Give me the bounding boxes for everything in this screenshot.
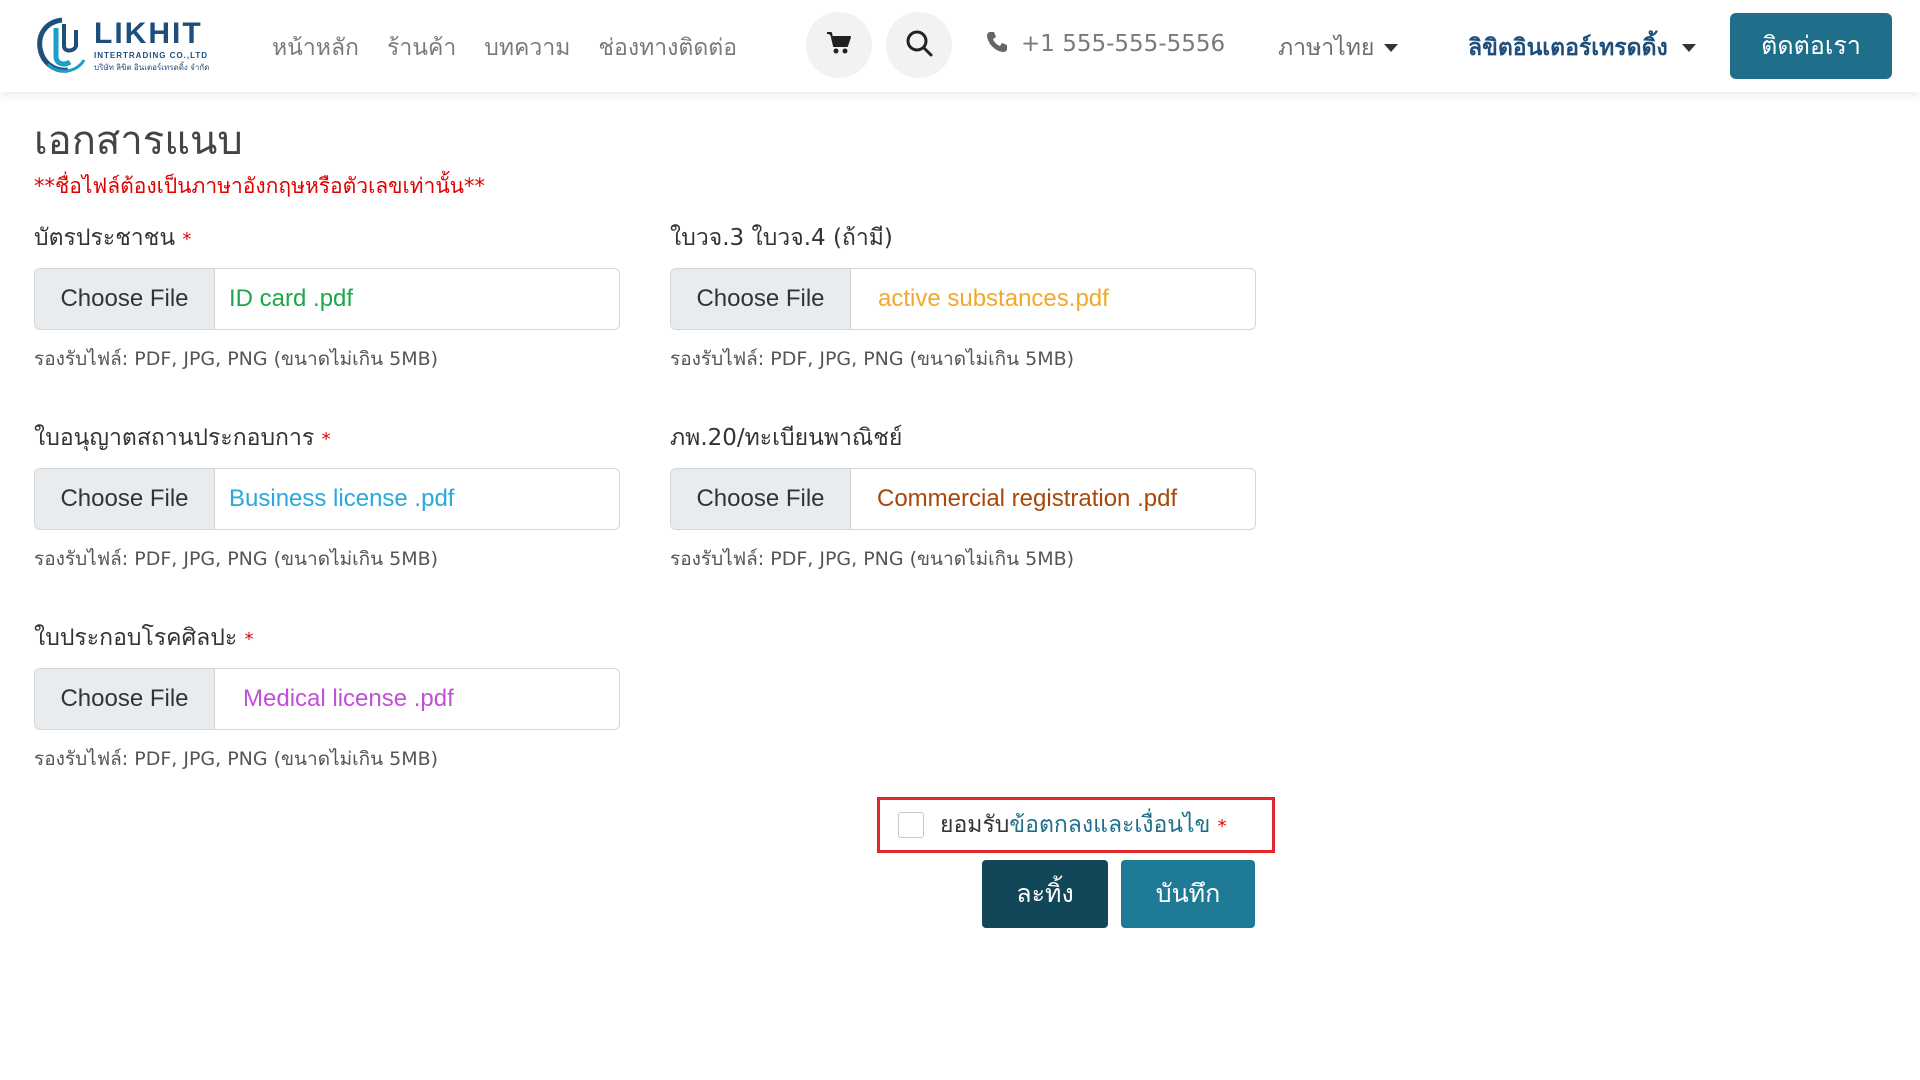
selected-file-name: active substances.pdf xyxy=(878,285,1109,312)
choose-file-button[interactable]: Choose File xyxy=(671,469,851,529)
cancel-button[interactable]: ละทิ้ง xyxy=(982,860,1108,928)
phone-contact[interactable]: +1 555-555-5556 xyxy=(985,30,1225,58)
required-mark: * xyxy=(321,429,331,450)
field-label: ภพ.20/ทะเบียนพาณิชย์ xyxy=(670,425,903,451)
logo-mark-icon xyxy=(34,16,92,76)
file-input[interactable]: Choose File Business license .pdf xyxy=(34,468,620,530)
file-hint: รองรับไฟล์: PDF, JPG, PNG (ขนาดไม่เกิน 5… xyxy=(34,548,439,570)
file-hint: รองรับไฟล์: PDF, JPG, PNG (ขนาดไม่เกิน 5… xyxy=(670,548,1075,570)
phone-number: +1 555-555-5556 xyxy=(1021,31,1226,57)
nav-articles[interactable]: บทความ xyxy=(484,30,570,66)
cart-button[interactable] xyxy=(806,12,872,78)
language-label: ภาษาไทย xyxy=(1278,35,1375,61)
page-title: เอกสารแนบ xyxy=(34,118,243,164)
filename-warning: **ชื่อไฟล์ต้องเป็นภาษาอังกฤษหรือตัวเลขเท… xyxy=(34,174,486,198)
contact-us-button[interactable]: ติดต่อเรา xyxy=(1730,13,1892,79)
upload-field-commercial-registration: ภพ.20/ทะเบียนพาณิชย์ Choose File Commerc… xyxy=(670,420,1256,574)
upload-field-id-card: บัตรประชาชน * Choose File ID card .pdf ร… xyxy=(34,220,620,374)
file-hint: รองรับไฟล์: PDF, JPG, PNG (ขนาดไม่เกิน 5… xyxy=(670,348,1075,370)
field-label: บัตรประชาชน xyxy=(34,225,176,251)
file-hint: รองรับไฟล์: PDF, JPG, PNG (ขนาดไม่เกิน 5… xyxy=(34,348,439,370)
terms-checkbox[interactable] xyxy=(898,812,924,838)
choose-file-button[interactable]: Choose File xyxy=(671,269,851,329)
nav-contact-channels[interactable]: ช่องทางติดต่อ xyxy=(598,30,737,66)
account-dropdown[interactable]: ลิขิตอินเตอร์เทรดดิ้ง xyxy=(1468,30,1696,66)
logo-subtitle-thai: บริษัท ลิขิต อินเตอร์เทรดดิ้ง จำกัด xyxy=(94,62,210,72)
file-input[interactable]: Choose File ID card .pdf xyxy=(34,268,620,330)
language-dropdown[interactable]: ภาษาไทย xyxy=(1278,30,1399,66)
nav-shop[interactable]: ร้านค้า xyxy=(387,30,456,66)
terms-prefix: ยอมรับ xyxy=(940,812,1010,838)
required-mark: * xyxy=(244,629,254,650)
selected-file-name: ID card .pdf xyxy=(229,285,354,312)
file-input[interactable]: Choose File active substances.pdf xyxy=(670,268,1256,330)
field-label: ใบวจ.3 ใบวจ.4 (ถ้ามี) xyxy=(670,225,893,251)
selected-file-name: Commercial registration .pdf xyxy=(877,485,1178,512)
choose-file-button[interactable]: Choose File xyxy=(35,669,215,729)
likhit-logo[interactable]: LIKHIT INTERTRADING CO.,LTD บริษัท ลิขิต… xyxy=(34,14,219,78)
main-nav: หน้าหลัก ร้านค้า บทความ ช่องทางติดต่อ xyxy=(272,30,737,66)
field-label: ใบประกอบโรคศิลปะ xyxy=(34,625,238,651)
save-button[interactable]: บันทึก xyxy=(1121,860,1255,928)
field-label: ใบอนุญาตสถานประกอบการ xyxy=(34,425,315,451)
terms-link[interactable]: ข้อตกลงและเงื่อนไข xyxy=(1009,812,1210,838)
chevron-down-icon xyxy=(1384,44,1399,52)
required-mark: * xyxy=(182,229,192,250)
file-hint: รองรับไฟล์: PDF, JPG, PNG (ขนาดไม่เกิน 5… xyxy=(34,748,439,770)
chevron-down-icon xyxy=(1681,44,1696,52)
selected-file-name: Medical license .pdf xyxy=(243,685,454,712)
logo-subtitle: INTERTRADING CO.,LTD xyxy=(94,50,209,60)
choose-file-button[interactable]: Choose File xyxy=(35,269,215,329)
nav-home[interactable]: หน้าหลัก xyxy=(272,30,359,66)
top-navbar: LIKHIT INTERTRADING CO.,LTD บริษัท ลิขิต… xyxy=(0,0,1920,92)
upload-field-business-license: ใบอนุญาตสถานประกอบการ * Choose File Busi… xyxy=(34,420,620,574)
choose-file-button[interactable]: Choose File xyxy=(35,469,215,529)
selected-file-name: Business license .pdf xyxy=(229,485,455,512)
file-input[interactable]: Choose File Medical license .pdf xyxy=(34,668,620,730)
cart-icon xyxy=(826,31,852,59)
search-icon xyxy=(905,29,933,61)
account-name: ลิขิตอินเตอร์เทรดดิ้ง xyxy=(1468,35,1668,61)
terms-agreement: ยอมรับข้อตกลงและเงื่อนไข * xyxy=(877,797,1275,853)
file-input[interactable]: Choose File Commercial registration .pdf xyxy=(670,468,1256,530)
upload-field-active-substances: ใบวจ.3 ใบวจ.4 (ถ้ามี) Choose File active… xyxy=(670,220,1256,374)
upload-field-medical-license: ใบประกอบโรคศิลปะ * Choose File Medical l… xyxy=(34,620,620,774)
search-button[interactable] xyxy=(886,12,952,78)
required-mark: * xyxy=(1217,816,1227,837)
phone-icon xyxy=(985,30,1009,58)
logo-brand: LIKHIT xyxy=(94,16,203,50)
